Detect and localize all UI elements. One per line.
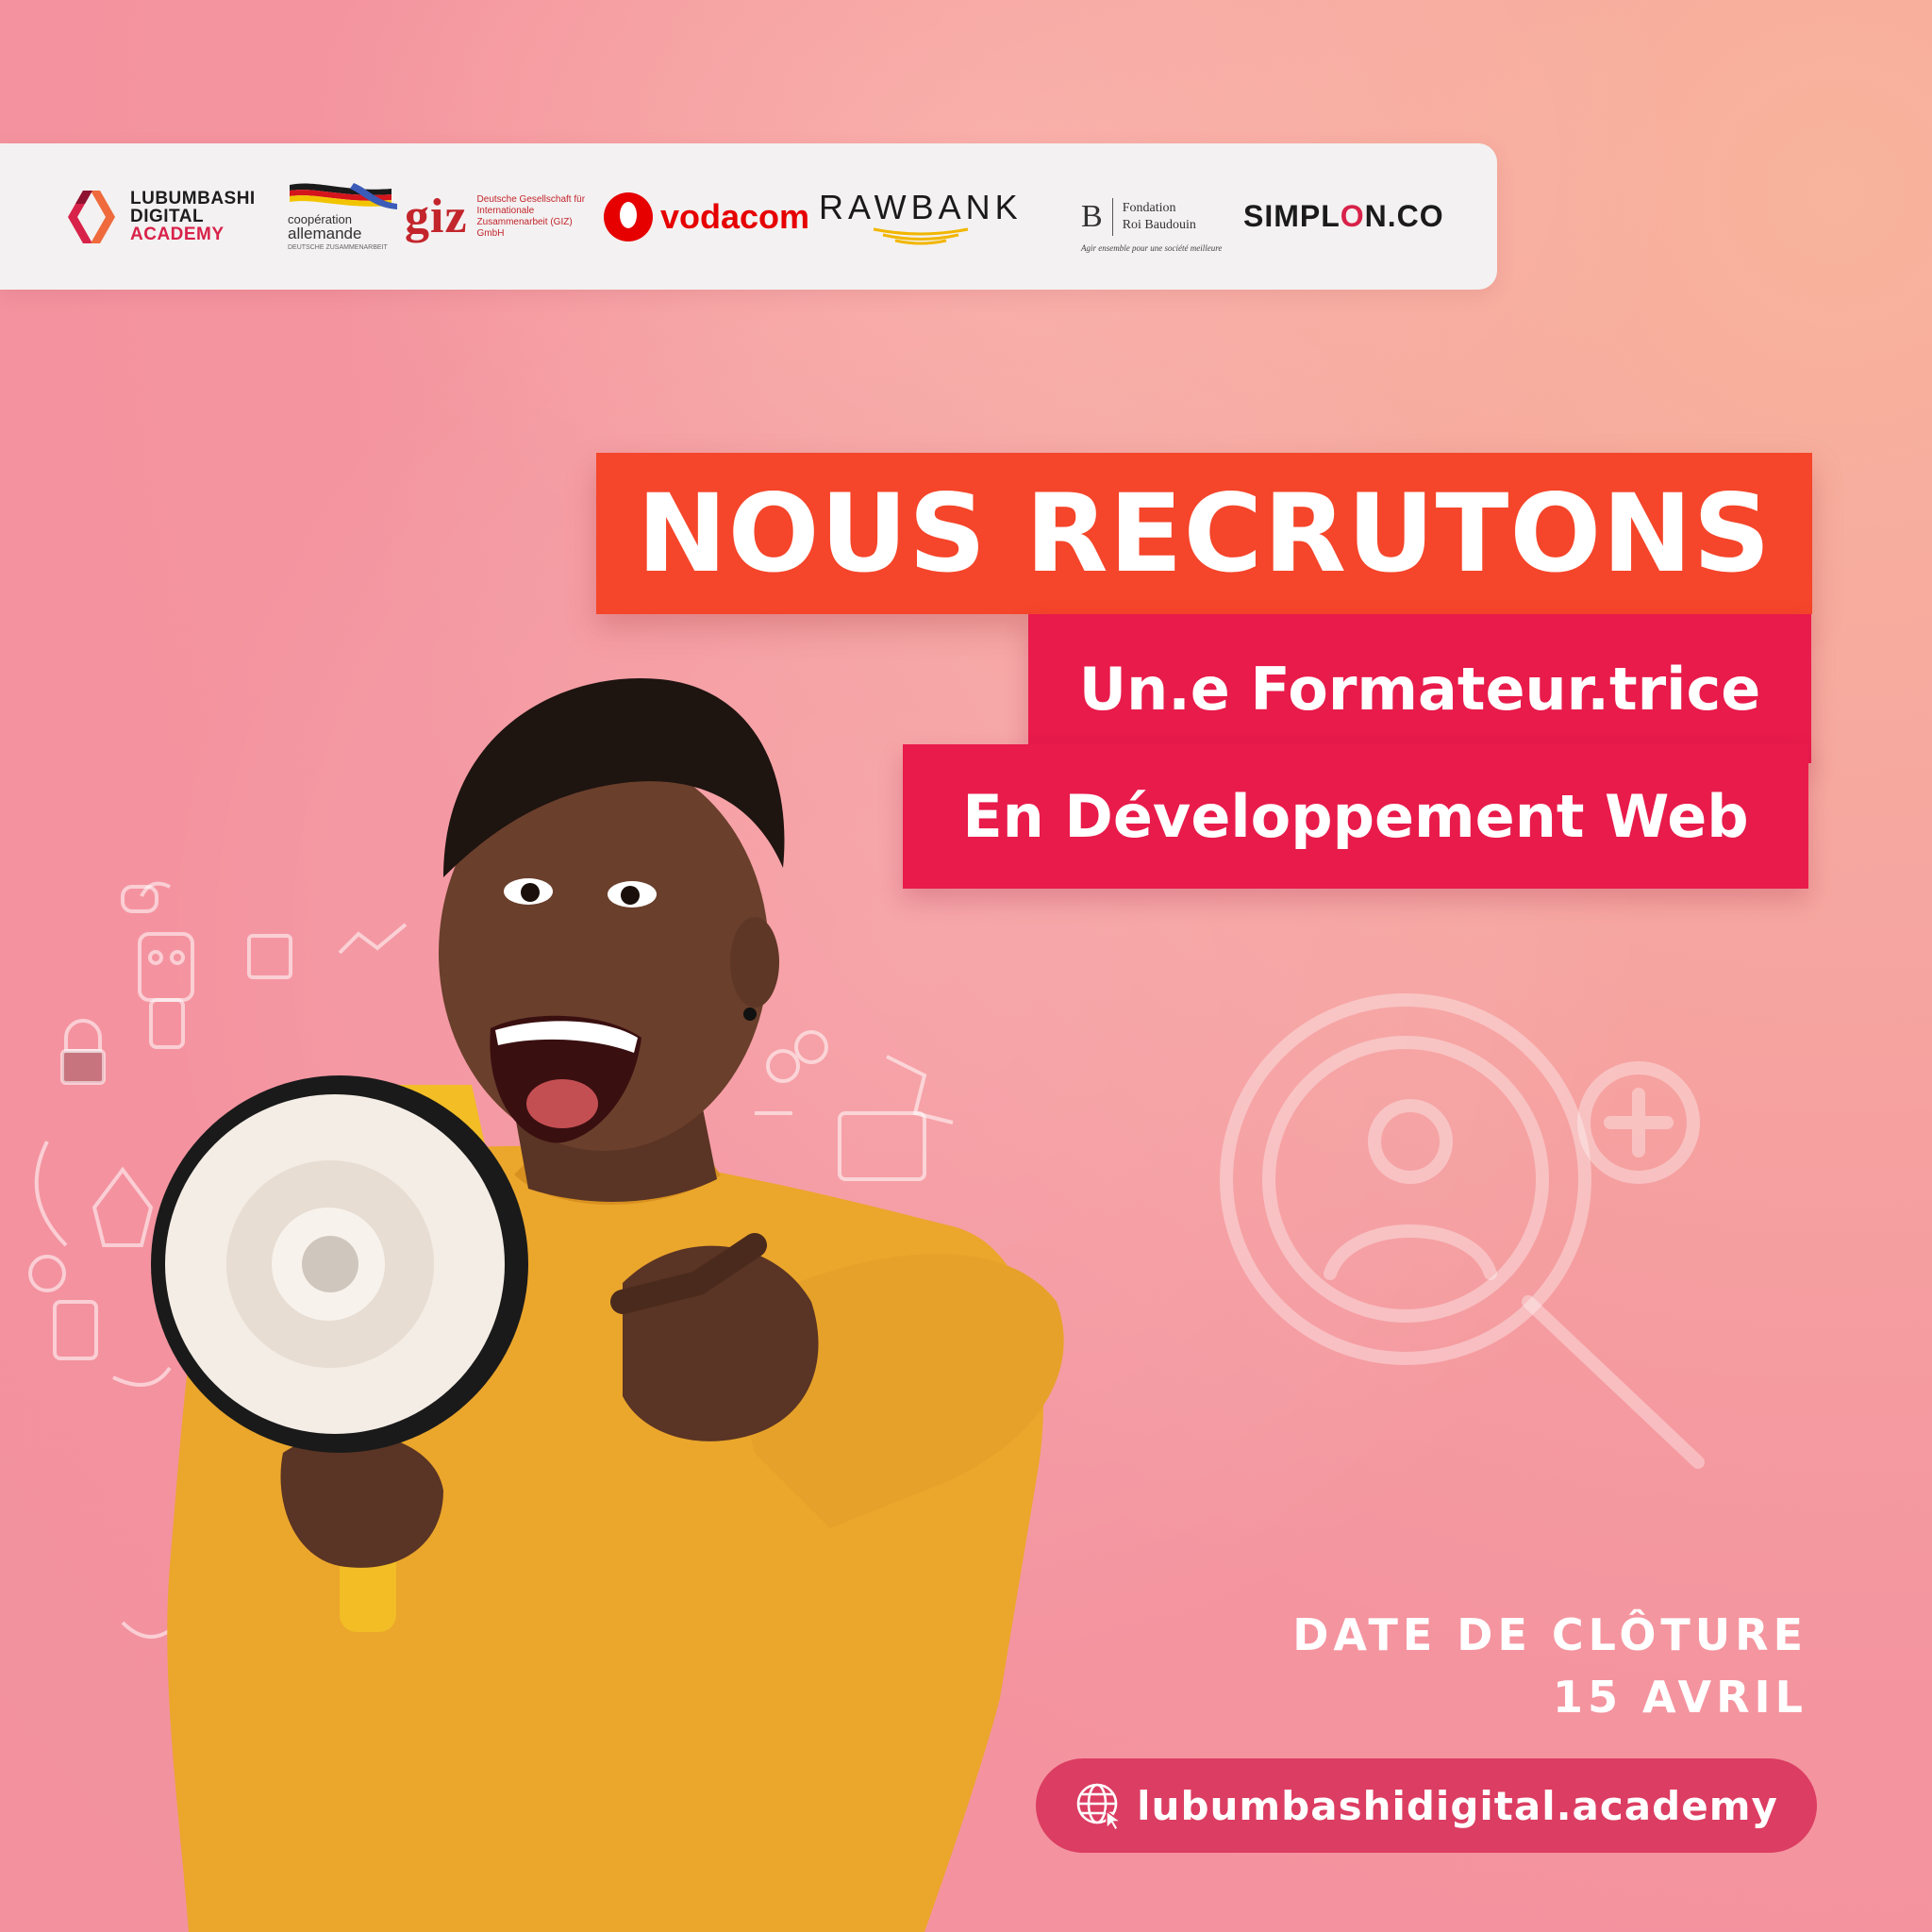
subtitle-banner-1: Un.e Formateur.trice bbox=[1028, 614, 1811, 763]
closing-date: 15 AVRIL bbox=[1553, 1672, 1807, 1723]
giz-coop-line2: allemande bbox=[288, 224, 362, 242]
headline-text: NOUS RECRUTONS bbox=[637, 471, 1772, 596]
partner-logos-bar: LUBUMBASHI DIGITAL ACADEMY coopération a… bbox=[0, 143, 1497, 290]
search-user-icon bbox=[1220, 993, 1705, 1469]
globe-icon bbox=[1076, 1783, 1124, 1830]
giz-coop-line3: DEUTSCHE ZUSAMMENARBEIT bbox=[288, 243, 388, 251]
german-flag-ribbon-icon bbox=[290, 182, 397, 209]
poster: LUBUMBASHI DIGITAL ACADEMY coopération a… bbox=[0, 0, 1932, 1932]
closing-date-block: DATE DE CLÔTURE 15 AVRIL bbox=[1292, 1604, 1807, 1728]
vodacom-wordmark: vodacom bbox=[660, 196, 810, 236]
simplon-post: N.CO bbox=[1364, 199, 1444, 233]
headline-banner: NOUS RECRUTONS bbox=[596, 453, 1812, 614]
website-link[interactable]: lubumbashidigital.academy bbox=[1036, 1758, 1817, 1853]
giz-wordmark: giz bbox=[405, 190, 468, 243]
simplon-pre: SIMPL bbox=[1243, 199, 1341, 233]
simplon-o: O bbox=[1340, 199, 1365, 233]
lda-brackets-icon bbox=[68, 190, 115, 243]
lda-line2: DIGITAL bbox=[130, 207, 205, 226]
giz-logo: coopération allemande DEUTSCHE ZUSAMMENA… bbox=[288, 143, 600, 290]
vodacom-logo: vodacom bbox=[604, 143, 809, 290]
subtitle-text-2: En Développement Web bbox=[962, 782, 1749, 851]
rawbank-logo: RAWBANK bbox=[819, 143, 1023, 290]
website-url[interactable]: lubumbashidigital.academy bbox=[1137, 1783, 1778, 1829]
rawbank-wordmark: RAWBANK bbox=[819, 187, 1023, 226]
subtitle-text-1: Un.e Formateur.trice bbox=[1078, 654, 1761, 724]
simplon-logo: SIMPL O N.CO bbox=[1243, 143, 1444, 290]
lda-line1: LUBUMBASHI bbox=[130, 189, 256, 208]
lda-line3: ACADEMY bbox=[130, 225, 225, 244]
giz-description: Deutsche Gesellschaft für Internationale… bbox=[476, 193, 586, 239]
rawbank-waves-icon bbox=[873, 227, 969, 244]
man-with-megaphone-photo bbox=[28, 677, 1064, 1932]
vodacom-speechmark-icon bbox=[604, 192, 653, 242]
frb-tagline: Agir ensemble pour une société meilleure bbox=[1081, 243, 1223, 253]
lubumbashi-digital-academy-logo: LUBUMBASHI DIGITAL ACADEMY bbox=[62, 143, 256, 290]
frb-line1: Fondation bbox=[1122, 200, 1176, 215]
fondation-roi-baudouin-logo: B Fondation Roi Baudouin Agir ensemble p… bbox=[1081, 143, 1222, 290]
frb-line2: Roi Baudouin bbox=[1122, 217, 1196, 232]
closing-label: DATE DE CLÔTURE bbox=[1292, 1609, 1807, 1660]
frb-crown-b: B bbox=[1081, 197, 1113, 236]
